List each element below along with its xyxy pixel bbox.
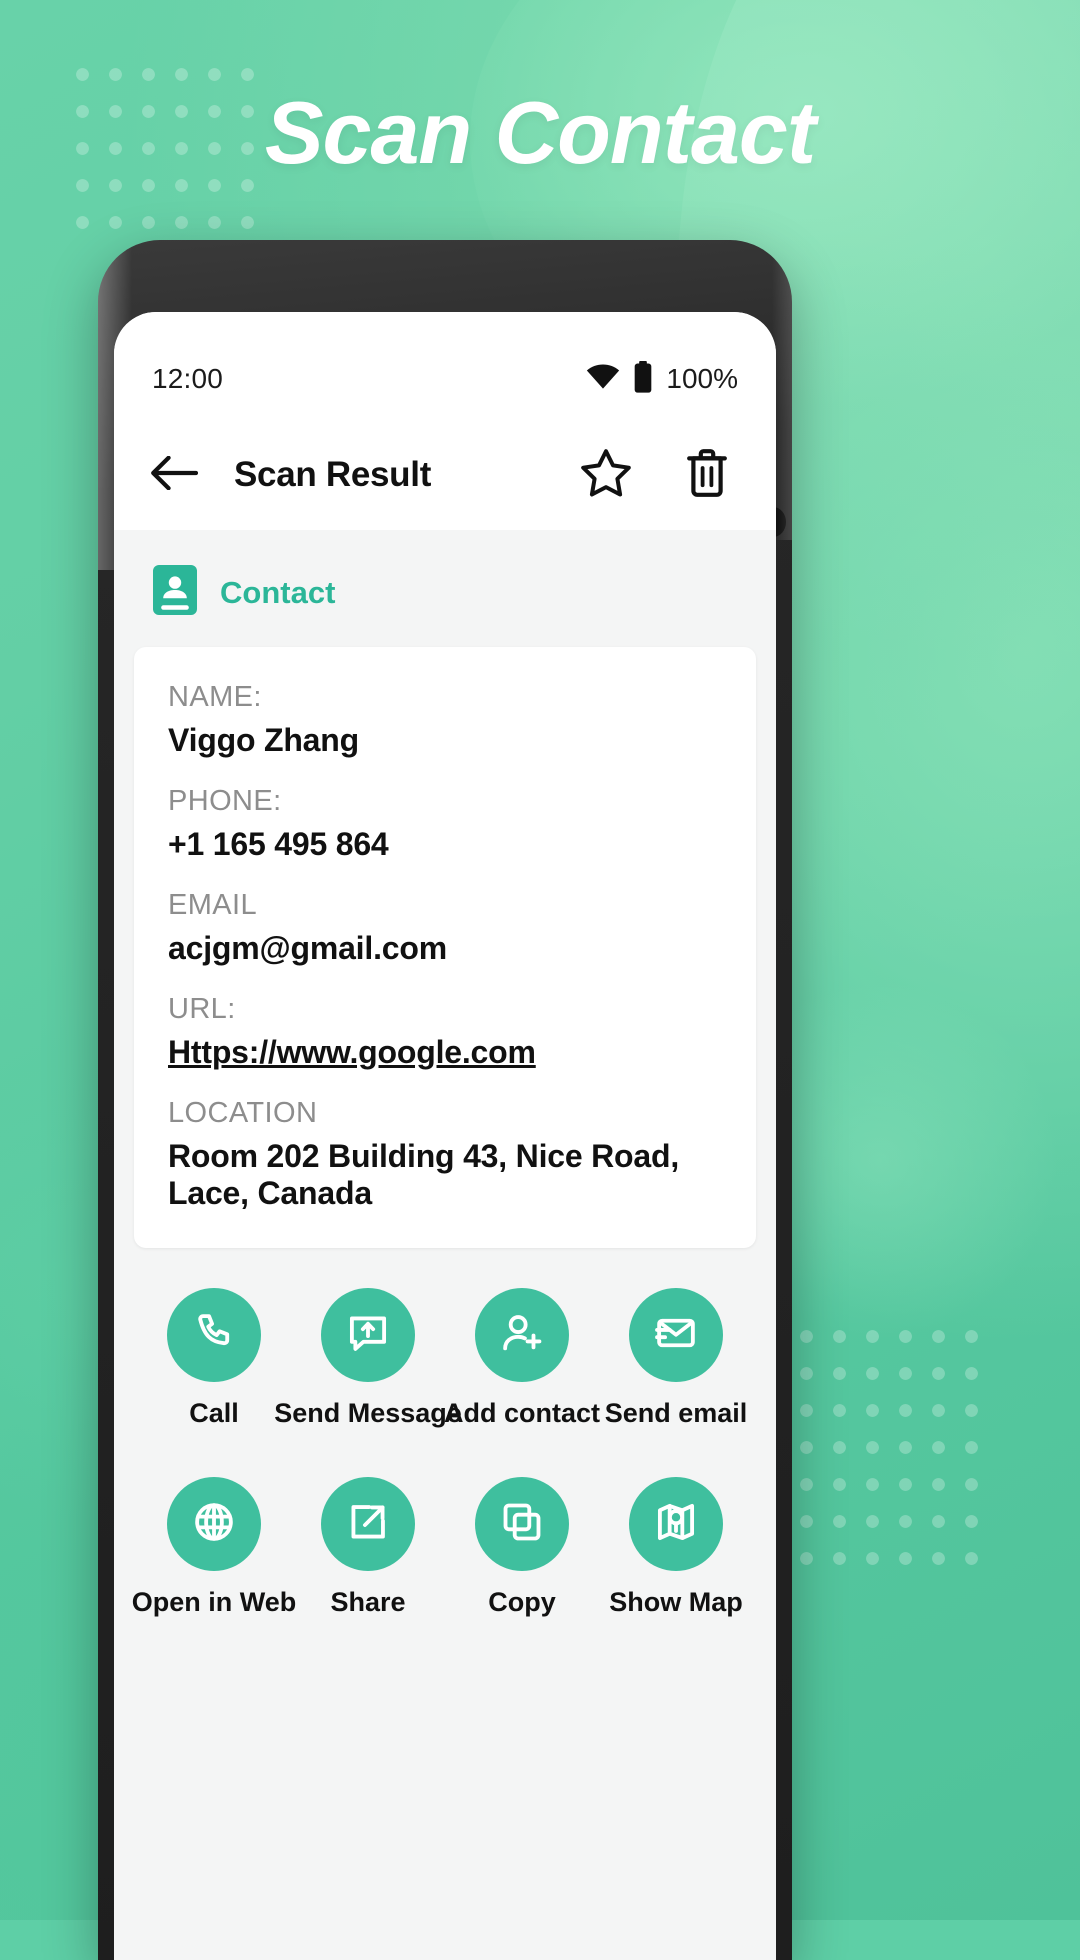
back-button[interactable] [150,455,212,495]
arrow-left-icon [150,455,199,495]
phone-bezel-top [98,240,792,312]
copy-icon [499,1499,545,1550]
field-value-link[interactable]: Https://www.google.com [168,1034,722,1071]
phone-screen: 12:00 100% Scan Result Contact NAME: Vig… [114,312,776,1960]
battery-percent: 100% [666,363,738,394]
action-icon-circle [167,1477,261,1571]
field-label: LOCATION [168,1097,318,1129]
envelope-arrow-icon [653,1310,699,1361]
field-location: LOCATION Room 202 Building 43, Nice Road… [168,1097,722,1212]
field-name: NAME: Viggo Zhang [168,681,722,759]
dot-pattern-bottom-right [790,1318,990,1578]
star-outline-icon[interactable] [580,448,632,503]
field-label: NAME: [168,681,262,713]
message-upload-icon [345,1310,391,1361]
field-phone: PHONE: +1 165 495 864 [168,785,722,863]
action-label: Send Message [274,1398,462,1428]
action-row-2: Open in Web Share Copy Show Map [132,1477,750,1618]
field-url: URL: Https://www.google.com [168,993,722,1071]
status-bar: 12:00 100% [114,312,776,420]
map-pin-icon [653,1499,699,1550]
action-send-email[interactable]: Send email [602,1288,750,1429]
field-value: acjgm@gmail.com [168,930,447,966]
contact-card: NAME: Viggo Zhang PHONE: +1 165 495 864 … [134,647,756,1248]
action-send-message[interactable]: Send Message [274,1288,462,1429]
field-value: +1 165 495 864 [168,826,389,862]
field-label: EMAIL [168,889,258,921]
result-type-row: Contact [114,530,776,647]
action-icon-circle [629,1288,723,1382]
action-label: Copy [488,1587,556,1617]
globe-icon [191,1499,237,1550]
action-row-1: Call Send Message Add contact Send email [140,1288,750,1429]
field-label: URL: [168,993,236,1025]
page-title: Scan Result [234,455,432,494]
action-icon-circle [629,1477,723,1571]
status-icons: 100% [586,360,738,398]
action-label: Open in Web [131,1587,297,1617]
field-value: Viggo Zhang [168,722,359,758]
action-copy[interactable]: Copy [448,1477,596,1618]
battery-full-icon [633,360,653,398]
field-email: EMAIL acjgm@gmail.com [168,889,722,967]
action-label: Share [330,1587,406,1617]
person-add-icon [499,1310,545,1361]
action-share[interactable]: Share [294,1477,442,1618]
action-icon-circle [321,1288,415,1382]
action-icon-circle [321,1477,415,1571]
field-label: PHONE: [168,785,282,817]
scan-result-content: Contact NAME: Viggo Zhang PHONE: +1 165 … [114,530,776,1960]
action-label: Send email [604,1398,748,1428]
action-open-in-web[interactable]: Open in Web [132,1477,296,1618]
action-label: Add contact [444,1398,601,1428]
action-icon-circle [167,1288,261,1382]
phone-mockup: 12:00 100% Scan Result Contact NAME: Vig… [98,240,792,1960]
action-call[interactable]: Call [140,1288,288,1429]
app-bar: Scan Result [114,420,776,530]
trash-icon[interactable] [684,448,730,503]
phone-icon [191,1310,237,1361]
action-grid: Call Send Message Add contact Send email… [114,1248,776,1618]
action-icon-circle [475,1288,569,1382]
app-bar-actions [580,448,740,503]
contact-card-icon [152,564,198,621]
action-show-map[interactable]: Show Map [602,1477,750,1618]
result-type-label: Contact [220,574,336,610]
share-external-icon [345,1499,391,1550]
status-time: 12:00 [152,363,224,394]
action-label: Call [189,1398,239,1428]
promo-headline: Scan Contact [264,83,816,182]
wifi-icon [586,364,620,395]
action-icon-circle [475,1477,569,1571]
field-value: Room 202 Building 43, Nice Road, Lace, C… [168,1138,680,1211]
action-label: Show Map [609,1587,743,1617]
action-add-contact[interactable]: Add contact [444,1288,600,1429]
